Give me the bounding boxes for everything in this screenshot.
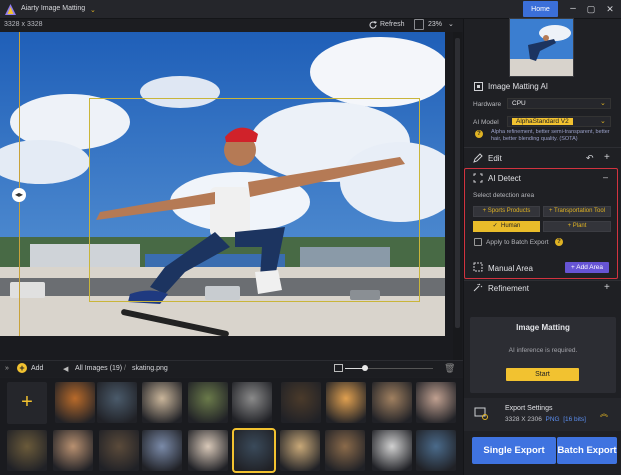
apply-batch-label[interactable]: Apply to Batch Export	[486, 239, 549, 246]
gallery-thumbnail[interactable]	[99, 430, 139, 471]
app-title: Aiarty Image Matting	[21, 5, 86, 12]
scrollbar-thumb[interactable]	[455, 38, 460, 328]
gallery-thumbnail[interactable]	[416, 382, 456, 423]
gallery-thumbnail[interactable]	[97, 382, 137, 423]
ai-chip-icon	[473, 81, 484, 92]
gallery-thumbnail[interactable]	[188, 430, 228, 471]
gallery-thumbnail[interactable]	[188, 382, 228, 423]
gallery-thumbnail[interactable]	[232, 428, 276, 473]
maximize-button[interactable]: ▢	[585, 3, 597, 15]
select-area-hint: Select detection area	[473, 192, 535, 199]
export-settings-icon	[474, 406, 488, 420]
category-label: Plant	[572, 223, 587, 229]
slider-knob[interactable]	[362, 365, 368, 371]
gallery-thumbnail[interactable]	[142, 430, 182, 471]
refresh-icon[interactable]	[368, 20, 378, 30]
category-label: Transportation Tool	[554, 208, 606, 214]
all-images-breadcrumb[interactable]: All Images (19)	[75, 365, 122, 372]
image-dimensions: 3328 x 3328	[4, 21, 43, 28]
gallery-thumbnail[interactable]	[53, 430, 93, 471]
hardware-chevron-icon[interactable]: ⌄	[600, 99, 606, 107]
gallery-thumbnail[interactable]	[55, 382, 95, 423]
collapse-minus-icon[interactable]: –	[603, 172, 608, 182]
refresh-button[interactable]: Refresh	[380, 21, 405, 28]
detection-box[interactable]	[89, 98, 420, 302]
app-logo-icon	[5, 4, 16, 15]
zoom-fit-icon[interactable]	[414, 19, 424, 30]
export-dimensions: 3328 X 2306	[505, 416, 542, 423]
close-button[interactable]: ✕	[604, 3, 616, 15]
apply-batch-checkbox[interactable]	[474, 238, 482, 246]
edit-icon	[473, 153, 483, 163]
model-description: Alpha refinement, better semi-transparen…	[491, 129, 610, 142]
compare-divider[interactable]	[19, 32, 20, 336]
start-button[interactable]: Start	[506, 368, 579, 381]
export-format: PNG	[545, 416, 560, 423]
back-arrow-icon[interactable]: ◀	[63, 365, 68, 373]
expand-plus-icon[interactable]: +	[604, 152, 610, 163]
gallery-thumbnail[interactable]	[372, 430, 412, 471]
gallery-thumbnail[interactable]	[281, 382, 321, 423]
expand-up-chevron-icon[interactable]: ︽	[600, 408, 608, 419]
category-label: Human	[501, 223, 521, 229]
refinement-icon	[473, 283, 483, 293]
help-icon[interactable]: ?	[555, 238, 563, 246]
gallery-thumbnail[interactable]	[7, 430, 47, 471]
ai-model-select[interactable]: AlphaStandard V2	[507, 116, 611, 127]
expand-plus-icon[interactable]: +	[604, 282, 610, 293]
home-button[interactable]: Home	[523, 1, 558, 17]
add-area-button[interactable]: + Add Area	[565, 262, 609, 273]
ai-model-chevron-icon[interactable]: ⌄	[600, 117, 606, 125]
zoom-level[interactable]: 23%	[428, 21, 442, 28]
ai-model-value: AlphaStandard V2	[512, 118, 573, 125]
export-settings-title: Export Settings	[505, 405, 553, 412]
single-export-button[interactable]: Single Export	[472, 437, 556, 464]
gallery-thumbnail[interactable]	[372, 382, 412, 423]
category-label: Sports Products	[487, 208, 531, 214]
refinement-title[interactable]: Refinement	[488, 284, 529, 293]
gallery-thumbnail[interactable]	[416, 430, 456, 471]
current-file-name: skating.png	[132, 365, 168, 372]
ai-detect-title[interactable]: AI Detect	[488, 174, 521, 183]
ai-detect-icon	[473, 173, 483, 183]
preview-thumbnail	[509, 18, 574, 77]
hardware-select[interactable]: CPU	[507, 98, 611, 109]
manual-area-title: Manual Area	[488, 264, 533, 273]
gallery-thumbnail[interactable]	[232, 382, 272, 423]
category-sports-products[interactable]: + Sports Products	[473, 206, 540, 217]
image-matting-title: Image Matting	[516, 323, 570, 332]
ai-model-label: AI Model	[473, 119, 499, 126]
batch-export-button[interactable]: Batch Export	[557, 437, 617, 464]
hardware-value: CPU	[512, 100, 526, 107]
edit-section-title[interactable]: Edit	[488, 154, 502, 163]
gallery-thumbnail[interactable]	[325, 430, 365, 471]
help-icon[interactable]: ?	[475, 130, 483, 138]
export-info: 3328 X 2306 PNG [16 bits]	[505, 416, 586, 423]
zoom-chevron-icon[interactable]: ⌄	[448, 20, 454, 28]
compare-handle-icon[interactable]: ◂▸	[12, 188, 26, 202]
undo-icon[interactable]: ↶	[586, 153, 594, 164]
add-icon[interactable]: +	[17, 363, 27, 373]
manual-area-icon	[473, 262, 483, 272]
inference-required-message: AI inference is required.	[508, 347, 578, 354]
gallery-thumbnail[interactable]	[280, 430, 320, 471]
category-plant[interactable]: + Plant	[543, 221, 611, 232]
minimize-button[interactable]: –	[567, 3, 579, 15]
divider	[464, 147, 621, 148]
app-menu-chevron-icon[interactable]: ⌄	[90, 6, 96, 14]
breadcrumb-separator: /	[124, 365, 126, 372]
export-bit-depth: [16 bits]	[563, 416, 586, 423]
thumbnail-size-icon	[334, 364, 343, 372]
divider	[464, 280, 621, 281]
gallery-thumbnail[interactable]	[142, 382, 182, 423]
trash-icon[interactable]: 🗑	[444, 363, 455, 374]
add-image-tile[interactable]: +	[7, 382, 47, 424]
collapse-icon[interactable]: »	[5, 365, 9, 372]
category-human[interactable]: ✓ Human	[473, 221, 540, 232]
hardware-label: Hardware	[473, 101, 502, 108]
add-button[interactable]: Add	[31, 365, 43, 372]
image-matting-ai-title: Image Matting AI	[488, 82, 549, 91]
category-transportation-tool[interactable]: + Transportation Tool	[543, 206, 611, 217]
gallery-thumbnail[interactable]	[326, 382, 366, 423]
